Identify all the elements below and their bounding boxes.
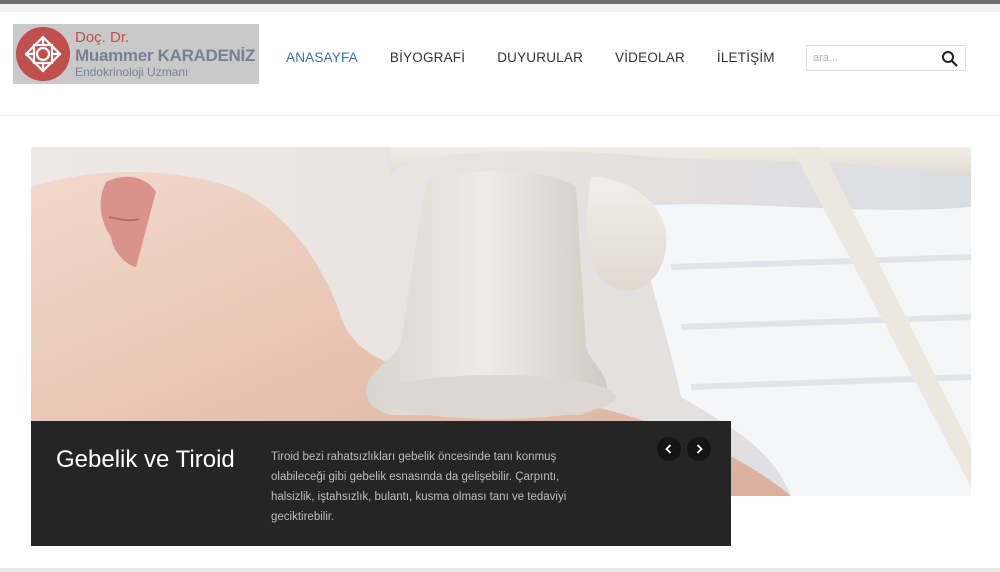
nav-item-iletisim[interactable]: İLETİŞİM [701,50,791,65]
site-header: Doç. Dr. Muammer KARADENİZ Endokrinoloji… [0,12,1000,116]
search-box [806,45,966,71]
chevron-left-icon [665,444,672,454]
search-input[interactable] [807,46,937,70]
logo-text: Doç. Dr. Muammer KARADENİZ Endokrinoloji… [75,30,255,78]
main-nav: ANASAYFA BİYOGRAFİ DUYURULAR VİDEOLAR İL… [270,50,791,65]
site-logo[interactable]: Doç. Dr. Muammer KARADENİZ Endokrinoloji… [13,24,259,84]
slide-title: Gebelik ve Tiroid [56,446,235,473]
logo-title: Doç. Dr. [75,29,130,46]
slider-prev-button[interactable] [657,437,681,461]
slide-description: Tiroid bezi rahatsızlıkları gebelik önce… [271,451,567,523]
logo-specialty: Endokrinoloji Uzmanı [75,65,189,79]
nav-item-duyurular[interactable]: DUYURULAR [481,50,599,65]
top-band [0,4,1000,12]
slider-next-button[interactable] [687,437,711,461]
knot-emblem-icon [13,24,73,84]
nav-item-biyografi[interactable]: BİYOGRAFİ [374,50,481,65]
nav-item-videolar[interactable]: VİDEOLAR [599,50,701,65]
nav-item-anasayfa[interactable]: ANASAYFA [270,50,374,65]
logo-name: Muammer KARADENİZ [75,46,256,65]
bottom-border [0,568,1000,572]
search-icon[interactable] [941,50,958,67]
slider-caption: Gebelik ve Tiroid Tiroid bezi rahatsızlı… [31,421,731,546]
chevron-right-icon [696,444,703,454]
